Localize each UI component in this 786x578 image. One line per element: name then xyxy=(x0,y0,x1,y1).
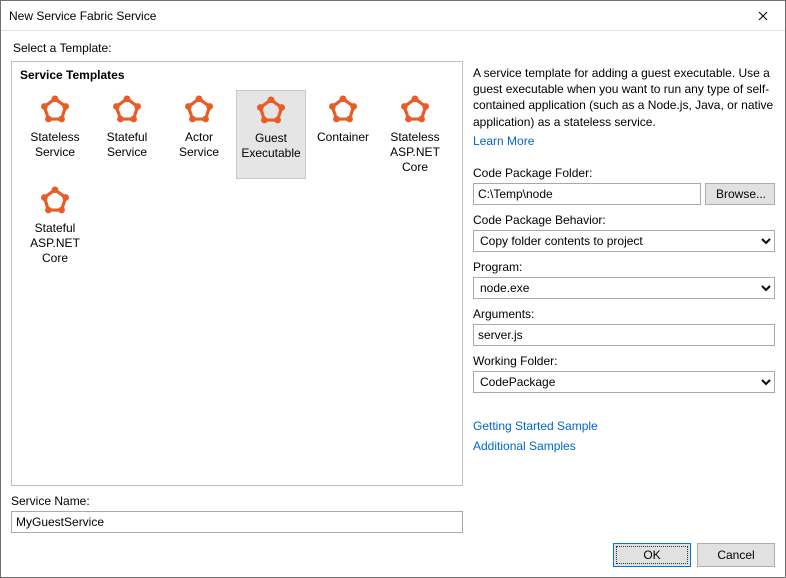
main-area: Service Templates Stateless ServiceState… xyxy=(11,61,775,486)
code-package-behavior-select[interactable]: Copy folder contents to project xyxy=(473,230,775,252)
learn-more-link[interactable]: Learn More xyxy=(473,134,775,148)
cancel-button[interactable]: Cancel xyxy=(697,543,775,567)
template-label: Stateless ASP.NET Core xyxy=(390,130,440,175)
template-item[interactable]: Stateful ASP.NET Core xyxy=(20,181,90,270)
templates-panel: Service Templates Stateless ServiceState… xyxy=(11,61,463,486)
getting-started-link[interactable]: Getting Started Sample xyxy=(473,419,775,433)
program-label: Program: xyxy=(473,260,775,274)
arguments-label: Arguments: xyxy=(473,307,775,321)
template-label: Actor Service xyxy=(166,130,232,160)
dialog-body: Select a Template: Service Templates Sta… xyxy=(1,31,785,533)
service-name-input[interactable] xyxy=(11,511,463,533)
service-fabric-icon xyxy=(111,94,143,126)
template-label: Guest Executable xyxy=(241,131,300,161)
window-title: New Service Fabric Service xyxy=(9,9,156,23)
browse-button[interactable]: Browse... xyxy=(705,183,775,205)
dialog-footer: OK Cancel xyxy=(1,533,785,577)
service-fabric-icon xyxy=(39,185,71,217)
template-item[interactable]: Stateless Service xyxy=(20,90,90,179)
service-fabric-icon xyxy=(183,94,215,126)
details-pane: A service template for adding a guest ex… xyxy=(473,61,775,486)
template-label: Stateless Service xyxy=(30,130,79,160)
templates-grid: Stateless Service Stateful Service Actor S… xyxy=(20,90,454,270)
code-package-behavior-label: Code Package Behavior: xyxy=(473,213,775,227)
titlebar: New Service Fabric Service xyxy=(1,1,785,31)
template-item[interactable]: Stateful Service xyxy=(92,90,162,179)
template-item[interactable]: Stateless ASP.NET Core xyxy=(380,90,450,179)
template-label: Stateful ASP.NET Core xyxy=(30,221,80,266)
program-select[interactable]: node.exe xyxy=(473,277,775,299)
template-label: Stateful Service xyxy=(107,130,148,160)
code-package-folder-input[interactable] xyxy=(473,183,701,205)
service-fabric-icon xyxy=(399,94,431,126)
service-fabric-icon xyxy=(327,94,359,126)
template-item[interactable]: Container xyxy=(308,90,378,179)
service-name-label: Service Name: xyxy=(11,494,775,508)
template-label: Container xyxy=(317,130,369,145)
service-fabric-icon xyxy=(255,95,287,127)
select-template-label: Select a Template: xyxy=(13,41,775,55)
sample-links: Getting Started Sample Additional Sample… xyxy=(473,419,775,459)
template-item[interactable]: Guest Executable xyxy=(236,90,306,179)
code-package-folder-label: Code Package Folder: xyxy=(473,166,775,180)
working-folder-label: Working Folder: xyxy=(473,354,775,368)
close-icon xyxy=(758,11,768,21)
close-button[interactable] xyxy=(740,1,785,31)
additional-samples-link[interactable]: Additional Samples xyxy=(473,439,775,453)
service-name-section: Service Name: xyxy=(11,494,775,533)
working-folder-select[interactable]: CodePackage xyxy=(473,371,775,393)
dialog-window: New Service Fabric Service Select a Temp… xyxy=(0,0,786,578)
templates-group-header: Service Templates xyxy=(20,68,454,82)
template-description: A service template for adding a guest ex… xyxy=(473,65,775,130)
arguments-input[interactable] xyxy=(473,324,775,346)
service-fabric-icon xyxy=(39,94,71,126)
ok-button[interactable]: OK xyxy=(613,543,691,567)
template-item[interactable]: Actor Service xyxy=(164,90,234,179)
